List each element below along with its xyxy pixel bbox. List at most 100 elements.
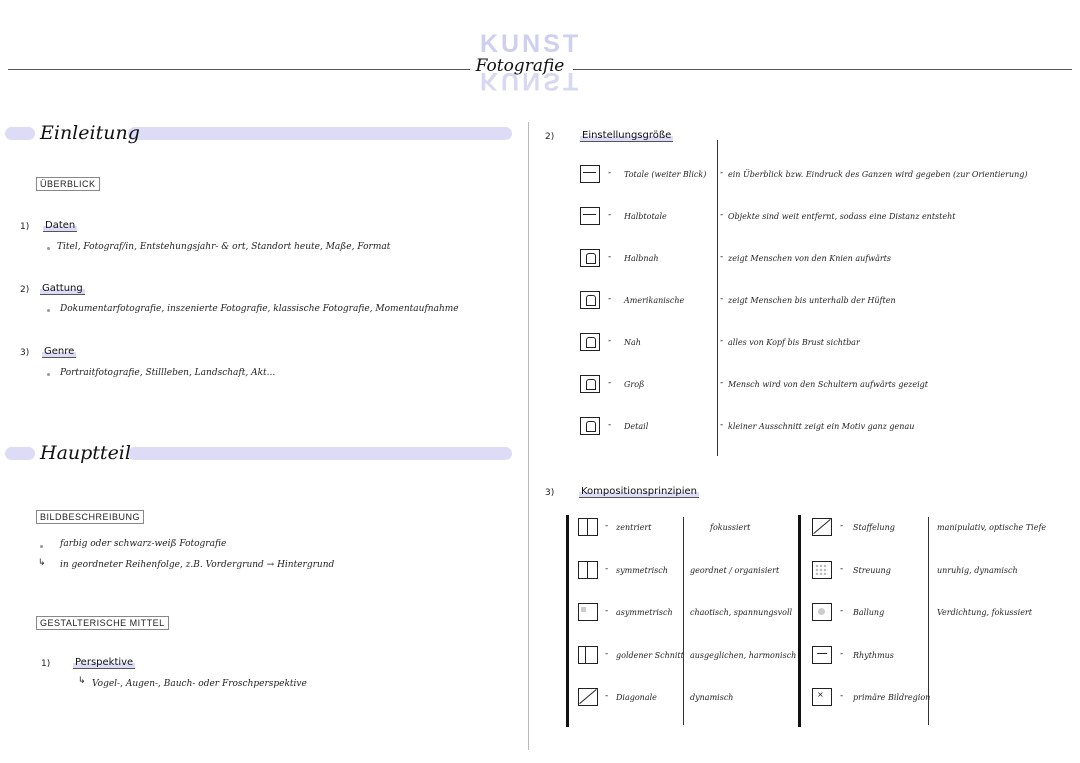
bullet <box>47 373 50 376</box>
section-number: 3) <box>545 488 555 498</box>
einstellung-label: Groß <box>624 380 645 389</box>
halbnah-icon <box>580 249 600 267</box>
einstellung-desc: ein Überblick bzw. Eindruck des Ganzen w… <box>728 170 1028 179</box>
table-divider <box>717 140 718 456</box>
item-head-perspektive: Perspektive <box>73 657 136 669</box>
komposition-label: primäre Bildregion <box>853 693 931 702</box>
column-divider <box>528 122 529 750</box>
einstellung-desc: Mensch wird von den Schultern aufwärts g… <box>728 380 929 389</box>
dash: - <box>720 336 724 346</box>
komposition-label: Ballung <box>853 608 885 617</box>
komposition-effect: unruhig, dynamisch <box>937 566 1018 575</box>
komposition-label: Staffelung <box>853 523 895 532</box>
item-text-perspektive: Vogel-, Augen-, Bauch- oder Froschperspe… <box>92 679 307 689</box>
einstellung-label: Halbnah <box>624 254 659 263</box>
staffelung-icon <box>812 518 832 536</box>
dash: - <box>840 649 844 659</box>
dash: - <box>720 210 724 220</box>
item-text-genre: Portraitfotografie, Stillleben, Landscha… <box>60 368 276 378</box>
einstellung-desc: zeigt Menschen von den Knien aufwärts <box>728 254 891 263</box>
section-title-einstellung: Einstellungsgröße <box>580 130 674 142</box>
zentriert-icon <box>578 518 598 536</box>
page-title: Fotografie <box>475 56 565 76</box>
einstellung-desc: zeigt Menschen bis unterhalb der Hüften <box>728 296 896 305</box>
item-text-gattung: Dokumentarfotografie, inszenierte Fotogr… <box>60 304 459 314</box>
table-divider <box>683 517 684 725</box>
subject-word: KUNST <box>480 30 582 58</box>
dash: - <box>605 606 609 616</box>
komposition-label: symmetrisch <box>616 566 668 575</box>
header-rule-left <box>8 69 470 70</box>
dash: - <box>608 336 612 346</box>
item-head-daten: Daten <box>43 220 78 232</box>
dash: - <box>605 564 609 574</box>
dash: - <box>720 420 724 430</box>
komposition-effect: fokussiert <box>710 523 751 532</box>
dash: - <box>720 252 724 262</box>
item-number: 3) <box>20 348 30 358</box>
einstellung-label: Detail <box>624 422 649 431</box>
halbtotale-icon <box>580 207 600 225</box>
dash: - <box>608 420 612 430</box>
bullet <box>40 545 43 548</box>
dash: - <box>840 691 844 701</box>
streuung-icon <box>812 561 832 579</box>
dash: - <box>608 252 612 262</box>
komposition-effect: chaotisch, spannungsvoll <box>690 608 793 617</box>
section-bar-left <box>5 447 35 460</box>
item-number: 1) <box>20 222 30 232</box>
box-gestalterische-mittel: GESTALTERISCHE MITTEL <box>36 616 169 630</box>
dash: - <box>608 168 612 178</box>
bullet <box>47 247 50 250</box>
dash: - <box>608 294 612 304</box>
komposition-label: zentriert <box>616 523 652 532</box>
primaere-bildregion-icon: × <box>812 688 832 706</box>
item-number: 2) <box>20 285 30 295</box>
einstellung-label: Nah <box>624 338 641 347</box>
rhythmus-icon <box>812 646 832 664</box>
line-reihenfolge: in geordneter Reihenfolge, z.B. Vordergr… <box>60 560 335 570</box>
diagonale-icon <box>578 688 598 706</box>
dash: - <box>720 168 724 178</box>
table-frame-left <box>566 515 569 727</box>
item-head-gattung: Gattung <box>40 283 85 295</box>
section-bar-right <box>128 127 512 140</box>
dash: - <box>840 606 844 616</box>
einstellung-desc: kleiner Ausschnitt zeigt ein Motiv ganz … <box>728 422 915 431</box>
section-title-einleitung: Einleitung <box>40 122 140 144</box>
komposition-label: Streuung <box>853 566 891 575</box>
table-frame-middle <box>798 515 801 727</box>
dash: - <box>605 521 609 531</box>
komposition-effect: ausgeglichen, harmonisch <box>690 651 797 660</box>
item-number: 1) <box>41 659 51 669</box>
line-farbig: farbig oder schwarz-weiß Fotografie <box>60 539 227 549</box>
amerikanische-icon <box>580 291 600 309</box>
komposition-label: asymmetrisch <box>616 608 673 617</box>
item-head-genre: Genre <box>42 346 77 358</box>
section-bar-right <box>128 447 512 460</box>
einstellung-label: Amerikanische <box>624 296 685 305</box>
komposition-label: Rhythmus <box>853 651 894 660</box>
box-ueberblick: ÜBERBLICK <box>36 177 100 191</box>
item-text-daten: Titel, Fotograf/in, Entstehungsjahr- & o… <box>57 242 391 252</box>
dash: - <box>720 378 724 388</box>
komposition-effect: Verdichtung, fokussiert <box>937 608 1032 617</box>
bullet <box>47 309 50 312</box>
dash: - <box>608 210 612 220</box>
ballung-icon <box>812 603 832 621</box>
komposition-effect: geordnet / organisiert <box>690 566 780 575</box>
einstellung-desc: alles von Kopf bis Brust sichtbar <box>728 338 860 347</box>
gross-icon <box>580 375 600 393</box>
dash: - <box>840 521 844 531</box>
dash: - <box>720 294 724 304</box>
einstellung-label: Totale (weiter Blick) <box>624 170 707 179</box>
section-number: 2) <box>545 132 555 142</box>
goldener-schnitt-icon <box>578 646 598 664</box>
section-bar-left <box>5 127 35 140</box>
dash: - <box>608 378 612 388</box>
header-rule-right <box>573 69 1072 70</box>
dash: - <box>605 691 609 701</box>
arrow-icon: ↳ <box>78 676 86 686</box>
dash: - <box>840 564 844 574</box>
section-title-komposition: Kompositionsprinzipien <box>579 486 699 498</box>
